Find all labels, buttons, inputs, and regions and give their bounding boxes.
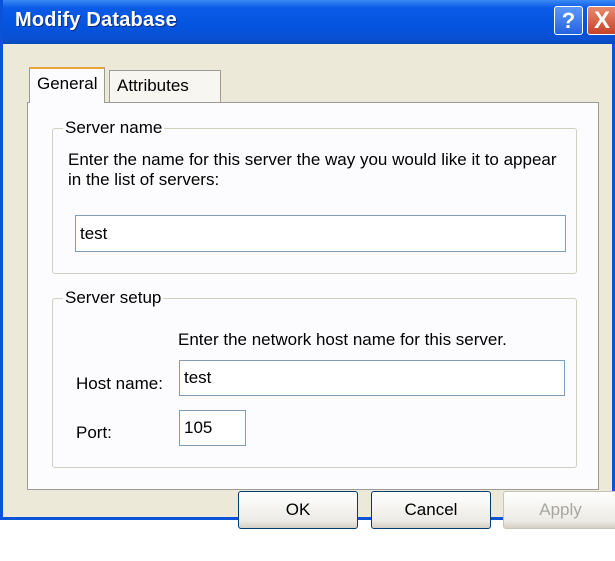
port-label: Port: [76, 423, 112, 442]
port-input[interactable] [179, 410, 246, 446]
server-setup-group: Server setup Enter the network host name… [52, 288, 577, 468]
general-tab-panel: Server name Enter the name for this serv… [27, 102, 599, 490]
title-bar[interactable]: Modify Database ? X [3, 0, 615, 44]
server-name-group: Server name Enter the name for this serv… [52, 118, 577, 274]
tab-attributes[interactable]: Attributes [109, 70, 221, 102]
help-button[interactable]: ? [554, 6, 583, 35]
tab-general[interactable]: General [29, 67, 106, 103]
server-name-description-line1: Enter the name for this server the way y… [68, 150, 557, 169]
modify-database-dialog: Modify Database ? X General Attributes S… [0, 0, 615, 529]
apply-button[interactable]: Apply [503, 491, 615, 529]
close-button[interactable]: X [587, 6, 615, 35]
server-setup-legend: Server setup [63, 288, 164, 308]
host-name-description: Enter the network host name for this ser… [178, 330, 507, 349]
ok-button[interactable]: OK [238, 491, 358, 529]
server-name-legend: Server name [63, 118, 165, 138]
server-name-input[interactable] [75, 215, 566, 252]
host-name-label: Host name: [76, 374, 163, 393]
server-name-description-line2: in the list of servers: [68, 170, 220, 189]
host-name-input[interactable] [179, 360, 565, 396]
cancel-button[interactable]: Cancel [371, 491, 491, 529]
window-title: Modify Database [15, 9, 177, 31]
